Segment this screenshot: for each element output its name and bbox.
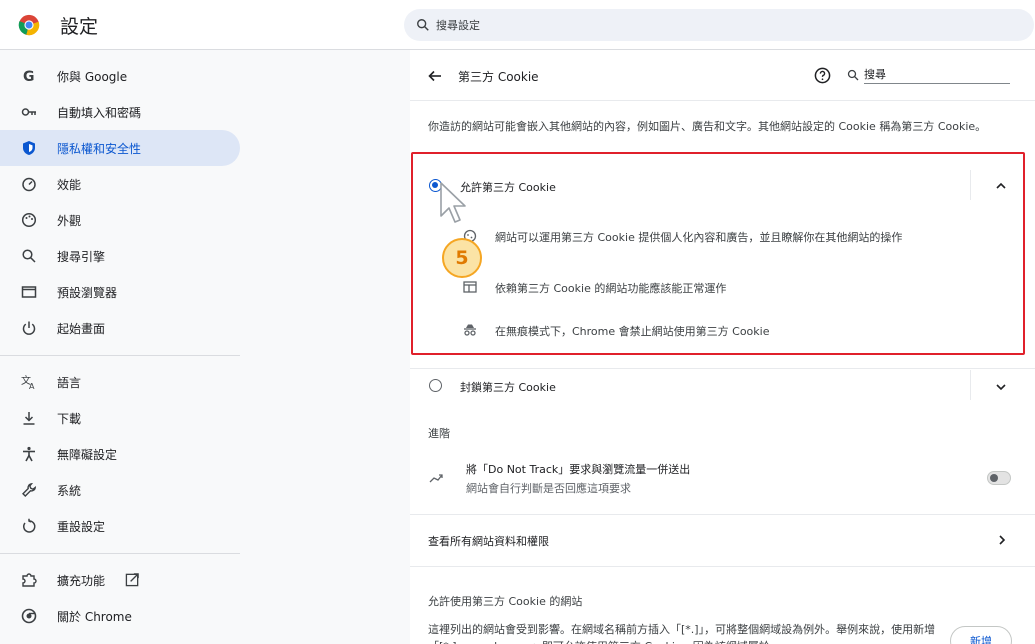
sidebar-item-performance[interactable]: 效能	[0, 166, 240, 202]
web-asset-icon	[463, 281, 477, 293]
browser-window-icon	[21, 286, 37, 298]
sidebar-item-label: 下載	[57, 412, 82, 426]
sidebar-item-appearance[interactable]: 外觀	[0, 202, 240, 238]
translate-icon: 文A	[21, 374, 35, 390]
sidebar-item-accessibility[interactable]: 無障礙設定	[0, 436, 240, 472]
sidebar-item-privacy[interactable]: 隱私權和安全性	[0, 130, 240, 166]
do-not-track-toggle[interactable]	[987, 471, 1011, 485]
sidebar-item-label: 隱私權和安全性	[57, 142, 142, 156]
sidebar-item-label: 你與 Google	[57, 70, 128, 84]
download-icon	[23, 412, 35, 425]
back-arrow-icon[interactable]	[428, 69, 442, 83]
card-divider	[410, 100, 1035, 101]
reset-icon	[23, 518, 36, 533]
sidebar-item-downloads[interactable]: 下載	[0, 400, 240, 436]
sidebar-item-system[interactable]: 系統	[0, 472, 240, 508]
sidebar-item-languages[interactable]: 文A 語言	[0, 364, 240, 400]
sidebar-item-label: 無障礙設定	[57, 448, 118, 462]
svg-text:A: A	[29, 382, 35, 390]
do-not-track-title: 將「Do Not Track」要求與瀏覽流量一併送出	[466, 463, 691, 476]
help-icon[interactable]	[814, 67, 831, 84]
sidebar-item-autofill[interactable]: 自動填入和密碼	[0, 94, 240, 130]
sidebar-item-on-startup[interactable]: 起始畫面	[0, 310, 240, 346]
search-icon	[22, 249, 36, 263]
power-icon	[22, 321, 36, 335]
vertical-separator	[970, 170, 971, 200]
page-title: 第三方 Cookie	[458, 70, 539, 84]
sidebar-item-label: 重設設定	[57, 520, 106, 534]
vertical-separator	[970, 370, 971, 400]
card-divider	[410, 566, 1035, 567]
sidebar-item-label: 語言	[57, 376, 82, 390]
key-icon	[21, 108, 36, 116]
puzzle-icon	[22, 573, 37, 587]
sidebar-item-search-engine[interactable]: 搜尋引擎	[0, 238, 240, 274]
sidebar-item-label: 效能	[57, 178, 82, 192]
cookie-search-input[interactable]	[864, 66, 1010, 84]
all-site-data-link[interactable]: 查看所有網站資料和權限	[428, 533, 549, 549]
external-link-icon	[125, 573, 139, 587]
block-third-party-label[interactable]: 封鎖第三方 Cookie	[460, 379, 556, 395]
sidebar-divider	[0, 355, 240, 356]
card-divider	[410, 368, 1035, 369]
sidebar-item-label: 預設瀏覽器	[57, 286, 118, 300]
allow-third-party-label[interactable]: 允許第三方 Cookie	[460, 179, 556, 195]
add-site-button[interactable]: 新增	[950, 626, 1012, 644]
sidebar-item-label: 外觀	[57, 214, 82, 228]
chevron-right-icon[interactable]	[996, 534, 1008, 546]
do-not-track-icon	[429, 474, 443, 483]
step-number-badge: 5	[442, 238, 482, 278]
allowed-sites-description: 這裡列出的網站會受到影響。在網域名稱前方插入「[*.]」，可將整個網域設為例外。…	[428, 623, 936, 644]
settings-search-input[interactable]	[436, 16, 1016, 34]
shield-icon	[23, 141, 35, 155]
advanced-heading: 進階	[428, 427, 450, 440]
speedometer-icon	[22, 177, 36, 192]
svg-text:G: G	[23, 69, 35, 84]
settings-search-box[interactable]	[404, 9, 1034, 41]
chevron-up-icon[interactable]	[995, 180, 1007, 192]
app-title: 設定	[60, 16, 99, 38]
allow-detail-personalized: 網站可以運用第三方 Cookie 提供個人化內容和廣告，並且瞭解你在其他網站的操…	[495, 231, 903, 244]
accessibility-icon	[23, 446, 35, 462]
chrome-logo-icon	[18, 14, 40, 36]
wrench-icon	[22, 482, 37, 497]
sidebar-item-label: 擴充功能	[57, 574, 106, 588]
do-not-track-subtitle: 網站會自行判斷是否回應這項要求	[466, 482, 631, 495]
sidebar-item-extensions[interactable]: 擴充功能	[0, 562, 240, 598]
sidebar-item-label: 搜尋引擎	[57, 250, 106, 264]
allowed-sites-heading: 允許使用第三方 Cookie 的網站	[428, 595, 583, 608]
chrome-icon	[21, 608, 37, 624]
sidebar-item-reset[interactable]: 重設設定	[0, 508, 240, 544]
sidebar-item-label: 關於 Chrome	[57, 610, 132, 624]
sidebar-item-label: 起始畫面	[57, 322, 106, 336]
sidebar-item-default-browser[interactable]: 預設瀏覽器	[0, 274, 240, 310]
sidebar-item-about-chrome[interactable]: 關於 Chrome	[0, 598, 240, 634]
search-icon	[417, 19, 429, 31]
mouse-cursor-icon	[440, 182, 466, 223]
search-icon	[847, 69, 859, 81]
sidebar-divider	[0, 553, 240, 554]
card-divider	[410, 514, 1035, 515]
third-party-cookies-card: 第三方 Cookie 你造訪的網站可能會嵌入其他網站的內容，例如圖片、廣告和文字…	[410, 50, 1035, 644]
allow-detail-site-features: 依賴第三方 Cookie 的網站功能應該能正常運作	[495, 282, 727, 295]
cookie-description: 你造訪的網站可能會嵌入其他網站的內容，例如圖片、廣告和文字。其他網站設定的 Co…	[428, 120, 987, 133]
palette-icon	[21, 212, 37, 228]
allow-detail-incognito: 在無痕模式下，Chrome 會禁止網站使用第三方 Cookie	[495, 325, 770, 338]
sidebar-item-label: 系統	[57, 484, 82, 498]
header: 設定	[0, 0, 1035, 50]
google-g-icon: G	[23, 69, 35, 84]
sidebar-item-you-and-google[interactable]: G 你與 Google	[0, 58, 240, 94]
chevron-down-icon[interactable]	[995, 381, 1007, 393]
incognito-icon	[464, 324, 476, 336]
block-third-party-radio[interactable]	[429, 379, 442, 392]
sidebar-item-label: 自動填入和密碼	[57, 106, 142, 120]
